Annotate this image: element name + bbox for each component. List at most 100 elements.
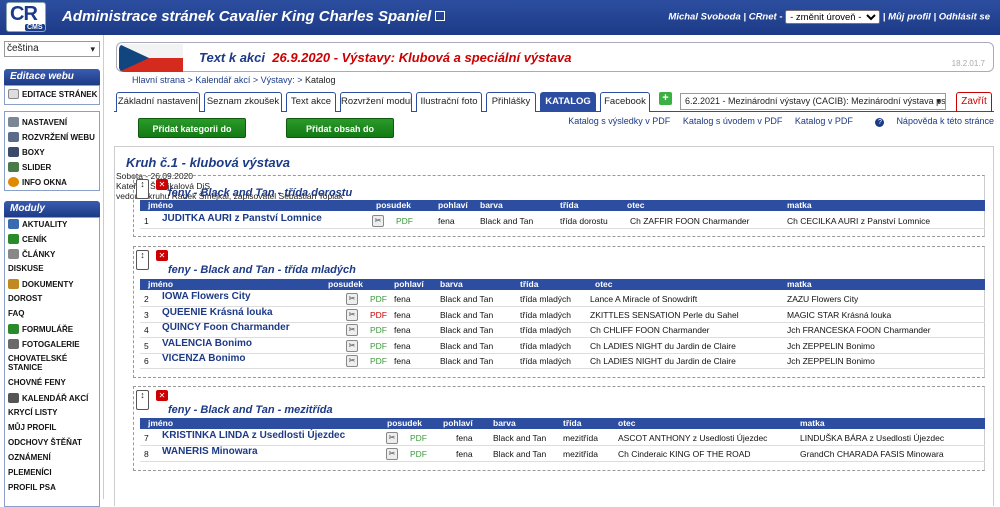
drag-handle-icon[interactable]: ↕ <box>136 250 149 270</box>
sidebar-item-module-4[interactable]: DOKUMENTY <box>8 279 74 289</box>
sidebar-item-module-16[interactable]: PLEMENÍCI <box>8 468 52 477</box>
edit-tools-icon[interactable]: ✂ <box>372 215 384 227</box>
sidebar-item-1[interactable]: ROZVRŽENÍ WEBU <box>8 132 95 142</box>
dog-name-link[interactable]: VALENCIA Bonimo <box>162 338 252 349</box>
sidebar-item-module-12[interactable]: KRYCÍ LISTY <box>8 408 57 417</box>
sidebar-item-label: FORMULÁŘE <box>22 325 74 334</box>
edit-tools-icon[interactable]: ✂ <box>346 339 358 352</box>
sidebar-item-0[interactable]: NASTAVENÍ <box>8 117 67 127</box>
sidebar-item-module-6[interactable]: FAQ <box>8 309 24 318</box>
sidebar-item-module-0[interactable]: AKTUALITY <box>8 219 67 229</box>
tab-applications[interactable]: Přihlášky <box>486 92 536 112</box>
sidebar-item-module-9[interactable]: CHOVATELSKÉ STANICE <box>8 354 88 372</box>
sidebar-item-2[interactable]: BOXY <box>8 147 45 157</box>
breadcrumb-shows[interactable]: Výstavy: <box>261 75 295 85</box>
sex-cell: fena <box>394 309 411 320</box>
cms-logo[interactable]: CR CMS <box>6 2 46 32</box>
dog-name-link[interactable]: QUINCY Foon Charmander <box>162 322 290 333</box>
tab-exams[interactable]: Seznam zkoušek <box>204 92 282 112</box>
intro-pdf-link[interactable]: Katalog s úvodem v PDF <box>683 116 783 126</box>
sidebar-item-label: KALENDÁŘ AKCÍ <box>22 394 89 403</box>
edit-tools-icon[interactable]: ✂ <box>346 308 358 321</box>
dog-name-link[interactable]: QUEENIE Krásná louka <box>162 307 273 318</box>
table-row[interactable]: 7 KRISTINKA LINDA z Usedlosti Újezdec ✂ PDF… <box>140 430 985 446</box>
table-row[interactable]: 4 QUINCY Foon Charmander ✂ PDF fena Black and… <box>140 322 985 338</box>
event-select[interactable]: 6.2.2021 - Mezinárodní výstavy (CACIB): … <box>680 93 946 110</box>
edit-tools-icon[interactable]: ✂ <box>346 355 358 367</box>
dog-name-link[interactable]: JUDITKA AURI z Panství Lomnice <box>162 213 322 224</box>
tab-facebook[interactable]: Facebook <box>600 92 650 112</box>
results-pdf-link[interactable]: Katalog s výsledky v PDF <box>568 116 670 126</box>
tab-photo[interactable]: Ilustrační foto <box>416 92 482 112</box>
close-button[interactable]: Zavřít <box>956 92 992 112</box>
breadcrumb-calendar[interactable]: Kalendář akcí <box>195 75 250 85</box>
tab-basic-settings[interactable]: Základní nastavení <box>116 92 200 112</box>
judgement-pdf-link[interactable]: PDF <box>370 322 387 338</box>
edit-tools-icon[interactable]: ✂ <box>346 293 358 305</box>
edit-tools-icon[interactable]: ✂ <box>386 447 398 460</box>
edit-tools-icon[interactable]: ✂ <box>386 432 398 444</box>
delete-icon[interactable]: ✕ <box>156 179 168 190</box>
judgement-pdf-link[interactable]: PDF <box>370 353 387 369</box>
judgement-pdf-link[interactable]: PDF <box>410 430 427 446</box>
level-select[interactable]: - změnit úroveň - <box>785 10 881 24</box>
language-select[interactable]: čeština ▾ <box>4 41 100 57</box>
judgement-pdf-link[interactable]: PDF <box>396 213 413 229</box>
table-row[interactable]: 5 VALENCIA Bonimo ✂ PDF fena Black and Tan tří… <box>140 338 985 354</box>
sidebar-item-module-1[interactable]: CENÍK <box>8 234 47 244</box>
table-row[interactable]: 1 JUDITKA AURI z Panství Lomnice ✂ PDF fena B… <box>140 213 985 229</box>
class-cell: třída dorostu <box>560 216 608 226</box>
sidebar-item-module-11[interactable]: KALENDÁŘ AKCÍ <box>8 393 88 403</box>
table-row[interactable]: 8 WANERIS Minowara ✂ PDF fena Black and Tan me… <box>140 446 985 462</box>
add-tab-button[interactable]: + <box>659 92 672 105</box>
sex-cell: fena <box>394 356 411 366</box>
tab-catalog[interactable]: KATALOG <box>540 92 596 112</box>
profile-link[interactable]: Můj profil <box>888 12 931 23</box>
drag-handle-icon[interactable]: ↕ <box>136 179 149 199</box>
sidebar-item-edit-pages[interactable]: EDITACE STRÁNEK <box>8 89 97 99</box>
dog-name-link[interactable]: WANERIS Minowara <box>162 446 258 457</box>
help-link[interactable]: ? Nápověda k této stránce <box>865 116 994 127</box>
catalog-pdf-link[interactable]: Katalog v PDF <box>795 116 853 126</box>
breadcrumb-home[interactable]: Hlavní strana <box>132 75 185 85</box>
drag-handle-icon[interactable]: ↕ <box>136 390 149 410</box>
sidebar-item-module-10[interactable]: CHOVNÉ FENY <box>8 378 66 387</box>
czech-flag-icon <box>119 44 183 72</box>
sidebar-item-module-3[interactable]: DISKUSE <box>8 264 44 273</box>
sidebar-item-module-14[interactable]: ODCHOVY ŠTĚŇAT <box>8 438 82 447</box>
dollar-icon <box>8 234 19 244</box>
delete-icon[interactable]: ✕ <box>156 390 168 401</box>
sidebar-item-module-8[interactable]: FOTOGALERIE <box>8 339 80 349</box>
tab-module-layout[interactable]: Rozvržení modulu <box>340 92 412 112</box>
tab-event-text[interactable]: Text akce <box>286 92 336 112</box>
table-row[interactable]: 6 VICENZA Bonimo ✂ PDF fena Black and Tan tříd… <box>140 353 985 369</box>
sidebar-item-3[interactable]: SLIDER <box>8 162 51 172</box>
sire-cell: Ch LADIES NIGHT du Jardin de Claire <box>590 340 736 351</box>
dog-name-link[interactable]: VICENZA Bonimo <box>162 353 246 364</box>
sidebar-item-module-2[interactable]: ČLÁNKY <box>8 249 55 259</box>
layout-icon <box>8 132 19 142</box>
row-number: 3 <box>144 309 149 320</box>
language-value: čeština <box>7 43 39 54</box>
add-category-button[interactable]: Přidat kategorii do kruhu <box>138 118 246 154</box>
external-link-icon[interactable] <box>435 11 446 21</box>
delete-icon[interactable]: ✕ <box>156 250 168 261</box>
dog-name-link[interactable]: KRISTINKA LINDA z Usedlosti Újezdec <box>162 430 345 441</box>
sidebar-item-4[interactable]: INFO OKNA <box>8 177 67 187</box>
sidebar-item-module-13[interactable]: MŮJ PROFIL <box>8 423 56 432</box>
sidebar-item-module-5[interactable]: DOROST <box>8 294 42 303</box>
judgement-pdf-link[interactable]: PDF <box>370 291 387 307</box>
logout-link[interactable]: Odhlásit se <box>939 12 990 23</box>
judgement-pdf-link[interactable]: PDF <box>370 338 387 354</box>
site-title[interactable]: Administrace stránek Cavalier King Charl… <box>62 8 446 25</box>
sidebar-item-module-15[interactable]: OZNÁMENÍ <box>8 453 51 462</box>
dog-name-link[interactable]: IOWA Flowers City <box>162 291 251 302</box>
table-row[interactable]: 3 QUEENIE Krásná louka ✂ PDF fena Black and T… <box>140 307 985 323</box>
edit-tools-icon[interactable]: ✂ <box>346 324 358 336</box>
table-row[interactable]: 2 IOWA Flowers City ✂ PDF fena Black and Tan t… <box>140 291 985 307</box>
sidebar-item-module-17[interactable]: PROFIL PSA <box>8 483 56 492</box>
add-content-button[interactable]: Přidat obsah do katalogu <box>286 118 394 154</box>
judgement-pdf-link[interactable]: PDF <box>410 446 427 462</box>
judgement-pdf-link[interactable]: PDF <box>370 307 387 323</box>
sidebar-item-module-7[interactable]: FORMULÁŘE <box>8 324 73 334</box>
